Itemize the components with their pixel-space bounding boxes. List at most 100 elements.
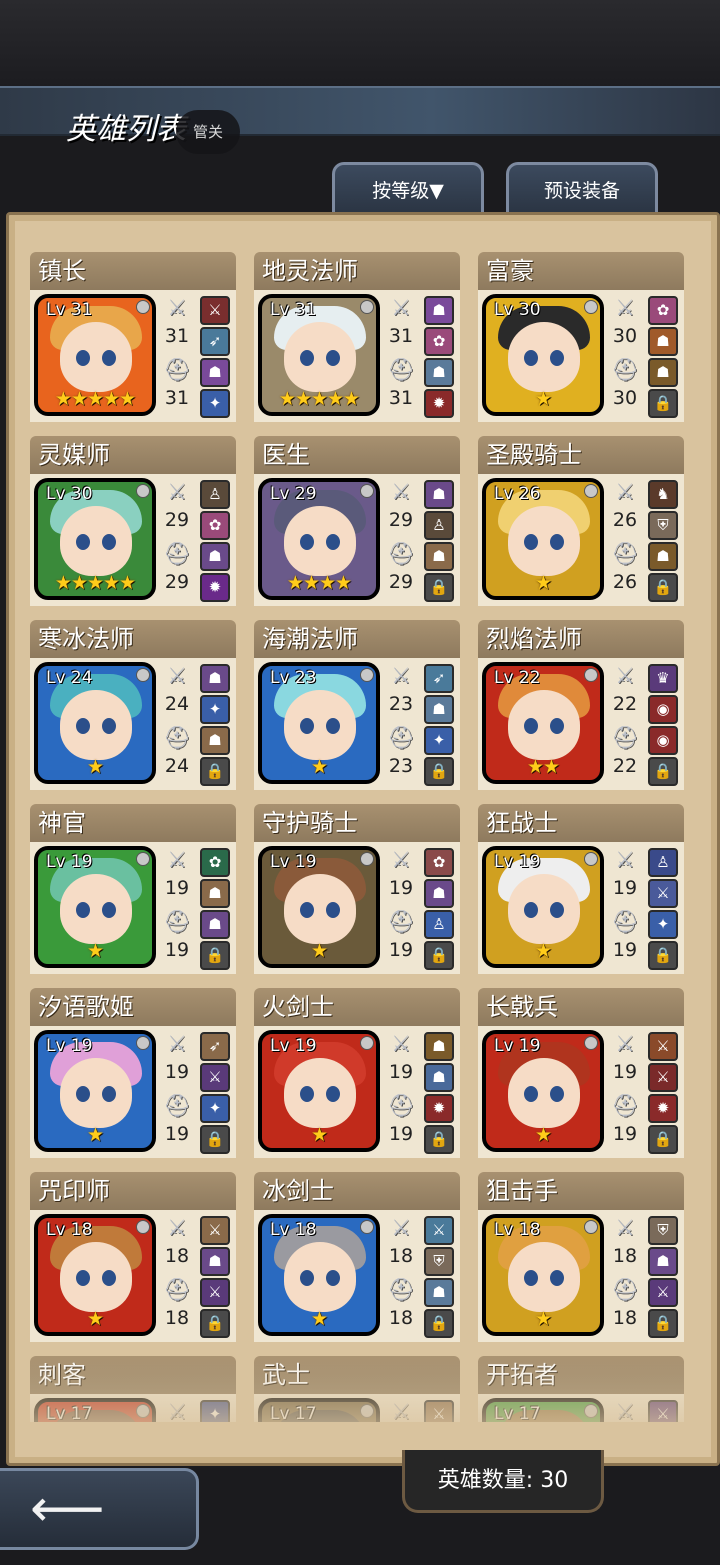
equipment-slot[interactable]: ⚔ [200,296,230,325]
hero-card[interactable]: 长戟兵 Lv 19 ★ ⚔ 19 ⛑ 19 ⚔ ⚔ ✹ 🔒 [478,988,684,1158]
locked-slot-icon[interactable]: 🔒 [200,757,230,786]
equipment-slot[interactable]: ♙ [424,910,454,939]
equipment-slot[interactable]: ✦ [200,1094,230,1123]
hero-card[interactable]: 圣殿骑士 Lv 26 ★ ⚔ 26 ⛑ 26 ♞ ⛨ ☗ 🔒 [478,436,684,606]
equipment-slot[interactable]: ➶ [424,664,454,693]
locked-slot-icon[interactable]: 🔒 [648,389,678,418]
hero-card[interactable]: 狙击手 Lv 18 ★ ⚔ 18 ⛑ 18 ⛨ ☗ ⚔ 🔒 [478,1172,684,1342]
locked-slot-icon[interactable]: 🔒 [648,1309,678,1338]
equipment-slot[interactable]: ✦ [200,695,230,724]
hero-card[interactable]: 灵媒师 Lv 30 ★★★★★ ⚔ 29 ⛑ 29 ♙ ✿ ☗ ✹ [30,436,236,606]
equipment-slot[interactable]: ☗ [648,542,678,571]
equipment-slot[interactable]: ⚔ [648,1278,678,1307]
equipment-slot[interactable]: ☗ [200,358,230,387]
hero-portrait[interactable]: Lv 31 ★★★★★ [258,294,380,416]
hero-card[interactable]: 医生 Lv 29 ★★★★ ⚔ 29 ⛑ 29 ☗ ♙ ☗ 🔒 [254,436,460,606]
equipment-slot[interactable]: ➶ [200,1032,230,1061]
hero-portrait[interactable]: Lv 19 ★ [34,1030,156,1152]
hero-portrait[interactable]: Lv 17 [482,1398,604,1422]
equipment-slot[interactable]: ✦ [648,910,678,939]
back-button[interactable]: ⟵ [0,1468,199,1550]
equipment-slot[interactable]: ⛨ [648,511,678,540]
locked-slot-icon[interactable]: 🔒 [424,757,454,786]
hero-card[interactable]: 海潮法师 Lv 23 ★ ⚔ 23 ⛑ 23 ➶ ☗ ✦ 🔒 [254,620,460,790]
locked-slot-icon[interactable]: 🔒 [200,1125,230,1154]
equipment-slot[interactable]: ☗ [424,296,454,325]
equipment-slot[interactable]: ◉ [648,695,678,724]
hero-card[interactable]: 镇长 Lv 31 ★★★★★ ⚔ 31 ⛑ 31 ⚔ ➶ ☗ ✦ [30,252,236,422]
equipment-slot[interactable]: ⚔ [648,879,678,908]
hero-portrait[interactable]: Lv 18 ★ [34,1214,156,1336]
equipment-slot[interactable]: ✿ [648,296,678,325]
hero-card[interactable]: 武士 Lv 17 ⚔ ⛑ ⚔ [254,1356,460,1422]
hero-card[interactable]: 开拓者 Lv 17 ⚔ ⛑ ⚔ [478,1356,684,1422]
equipment-slot[interactable]: ☗ [648,358,678,387]
equipment-slot[interactable]: ☗ [424,542,454,571]
hero-portrait[interactable]: Lv 19 ★ [258,846,380,968]
equipment-slot[interactable]: ⚔ [648,1400,678,1422]
equipment-slot[interactable]: ➶ [200,327,230,356]
equipment-slot[interactable]: ✹ [424,1094,454,1123]
equipment-slot[interactable]: ✦ [200,1400,230,1422]
hero-portrait[interactable]: Lv 19 ★ [482,846,604,968]
hero-card[interactable]: 火剑士 Lv 19 ★ ⚔ 19 ⛑ 19 ☗ ☗ ✹ 🔒 [254,988,460,1158]
hero-card[interactable]: 守护骑士 Lv 19 ★ ⚔ 19 ⛑ 19 ✿ ☗ ♙ 🔒 [254,804,460,974]
equipment-slot[interactable]: ☗ [200,910,230,939]
hero-portrait[interactable]: Lv 30 ★ [482,294,604,416]
equipment-slot[interactable]: ☗ [424,1278,454,1307]
hero-portrait[interactable]: Lv 31 ★★★★★ [34,294,156,416]
equipment-slot[interactable]: ♙ [424,511,454,540]
hero-portrait[interactable]: Lv 18 ★ [482,1214,604,1336]
equipment-slot[interactable]: ✿ [200,511,230,540]
hero-portrait[interactable]: Lv 17 [258,1398,380,1422]
hero-card[interactable]: 富豪 Lv 30 ★ ⚔ 30 ⛑ 30 ✿ ☗ ☗ 🔒 [478,252,684,422]
equipment-slot[interactable]: ☗ [424,1063,454,1092]
hero-card[interactable]: 咒印师 Lv 18 ★ ⚔ 18 ⛑ 18 ⚔ ☗ ⚔ 🔒 [30,1172,236,1342]
hero-portrait[interactable]: Lv 19 ★ [34,846,156,968]
locked-slot-icon[interactable]: 🔒 [424,1125,454,1154]
equipment-slot[interactable]: ⚔ [648,1032,678,1061]
equipment-slot[interactable]: ☗ [200,879,230,908]
equipment-slot[interactable]: ☗ [648,1247,678,1276]
equipment-slot[interactable]: ☗ [424,358,454,387]
equipment-slot[interactable]: ☗ [424,695,454,724]
equipment-slot[interactable]: ✿ [424,848,454,877]
hero-card[interactable]: 冰剑士 Lv 18 ★ ⚔ 18 ⛑ 18 ⚔ ⛨ ☗ 🔒 [254,1172,460,1342]
locked-slot-icon[interactable]: 🔒 [424,1309,454,1338]
equipment-slot[interactable]: ☗ [648,327,678,356]
equipment-slot[interactable]: ♞ [648,480,678,509]
hero-portrait[interactable]: Lv 29 ★★★★ [258,478,380,600]
locked-slot-icon[interactable]: 🔒 [424,573,454,602]
hero-card[interactable]: 烈焰法师 Lv 22 ★★ ⚔ 22 ⛑ 22 ♛ ◉ ◉ 🔒 [478,620,684,790]
equipment-slot[interactable]: ☗ [200,542,230,571]
locked-slot-icon[interactable]: 🔒 [424,941,454,970]
equipment-slot[interactable]: ✹ [200,573,230,602]
locked-slot-icon[interactable]: 🔒 [200,1309,230,1338]
locked-slot-icon[interactable]: 🔒 [648,757,678,786]
equipment-slot[interactable]: ☗ [200,664,230,693]
hero-card[interactable]: 寒冰法师 Lv 24 ★ ⚔ 24 ⛑ 24 ☗ ✦ ☗ 🔒 [30,620,236,790]
hero-portrait[interactable]: Lv 17 [34,1398,156,1422]
locked-slot-icon[interactable]: 🔒 [200,941,230,970]
equipment-slot[interactable]: ✿ [424,327,454,356]
hero-card[interactable]: 刺客 Lv 17 ⚔ ⛑ ✦ [30,1356,236,1422]
hero-portrait[interactable]: Lv 30 ★★★★★ [34,478,156,600]
equipment-slot[interactable]: ⚔ [424,1216,454,1245]
hero-portrait[interactable]: Lv 19 ★ [482,1030,604,1152]
hero-portrait[interactable]: Lv 26 ★ [482,478,604,600]
equipment-slot[interactable]: ◉ [648,726,678,755]
equipment-slot[interactable]: ⚔ [200,1063,230,1092]
equipment-slot[interactable]: ✿ [200,848,230,877]
equipment-slot[interactable]: ⚔ [424,1400,454,1422]
locked-slot-icon[interactable]: 🔒 [648,1125,678,1154]
hero-card[interactable]: 汐语歌姬 Lv 19 ★ ⚔ 19 ⛑ 19 ➶ ⚔ ✦ 🔒 [30,988,236,1158]
equipment-slot[interactable]: ⛨ [424,1247,454,1276]
equipment-slot[interactable]: ♛ [648,664,678,693]
equipment-slot[interactable]: ☗ [424,1032,454,1061]
equipment-slot[interactable]: ✦ [424,726,454,755]
equipment-slot[interactable]: ⚔ [648,1063,678,1092]
sort-by-level-tab[interactable]: 按等级▼ [332,162,484,215]
equipment-slot[interactable]: ⚔ [200,1216,230,1245]
equipment-slot[interactable]: ✦ [200,389,230,418]
equipment-slot[interactable]: ☗ [424,879,454,908]
